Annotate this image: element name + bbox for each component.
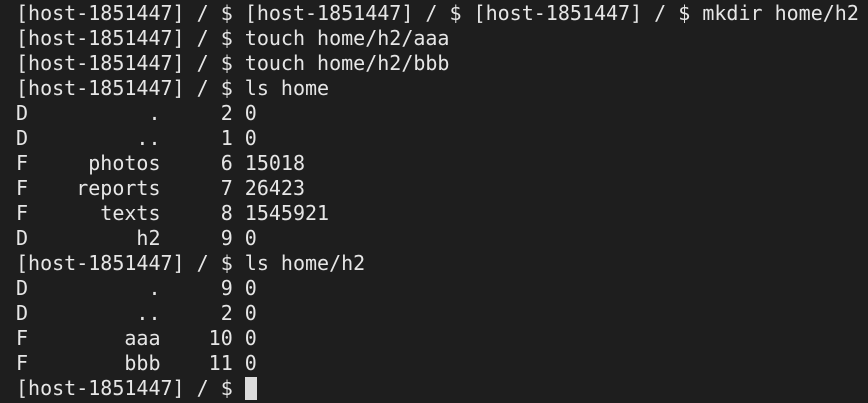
terminal-window[interactable]: [host-1851447] / $ [host-1851447] / $ [h… (0, 0, 868, 403)
terminal-line: F aaa 10 0 (16, 326, 257, 350)
terminal-line: D . 2 0 (16, 101, 257, 125)
terminal-line: [host-1851447] / $ [host-1851447] / $ [h… (16, 1, 859, 25)
terminal-line: D . 9 0 (16, 276, 257, 300)
terminal-cursor (244, 377, 257, 400)
terminal-line: F texts 8 1545921 (16, 201, 330, 225)
terminal-line: D .. 2 0 (16, 301, 257, 325)
terminal-line: D h2 9 0 (16, 226, 257, 250)
terminal-line: F photos 6 15018 (16, 151, 305, 175)
terminal-line: [host-1851447] / $ touch home/h2/aaa (16, 26, 450, 50)
terminal-prompt: [host-1851447] / $ (16, 376, 245, 400)
terminal-line: F reports 7 26423 (16, 176, 305, 200)
terminal-line: [host-1851447] / $ ls home/h2 (16, 251, 366, 275)
terminal-line: D .. 1 0 (16, 126, 257, 150)
terminal-line: [host-1851447] / $ ls home (16, 76, 330, 100)
terminal-line: [host-1851447] / $ touch home/h2/bbb (16, 51, 450, 75)
terminal-prompt-line[interactable]: [host-1851447] / $ (16, 376, 868, 401)
terminal-line: F bbb 11 0 (16, 351, 257, 375)
